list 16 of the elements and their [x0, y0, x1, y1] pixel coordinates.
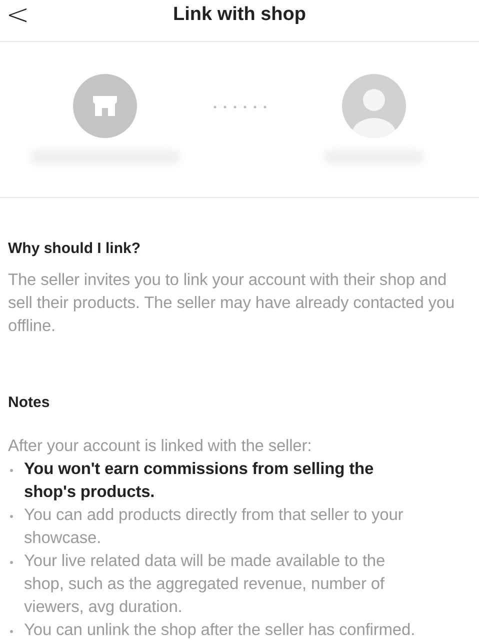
page-title: Link with shop: [173, 3, 306, 27]
bullet-icon: [10, 469, 13, 472]
section-heading: Notes: [8, 394, 51, 411]
bullet-icon: [10, 630, 13, 633]
section-heading: Why should I link?: [8, 240, 142, 257]
note-item: Your live related data will be made available to the shop, such as the aggregated revenue, number of viewers, avg duration.: [24, 551, 386, 618]
user-avatar-icon: [342, 74, 406, 138]
bullet-icon: [10, 561, 13, 564]
note-item: You can unlink the shop after the seller has confirmed.: [24, 620, 416, 641]
shop-avatar-icon: [72, 74, 137, 138]
note-item: You won't earn commissions from selling the shop's products.: [24, 459, 375, 503]
note-item: You can add products directly from that seller to your showcase.: [24, 505, 404, 549]
back-button[interactable]: <: [0, 0, 30, 30]
bullet-icon: [10, 515, 13, 518]
explanation-text: The seller invites you to link your account with their shop and sell their products. The seller may have already contacted you offline.: [8, 270, 456, 337]
notes-intro: After your account is linked with the seller:: [8, 436, 313, 457]
